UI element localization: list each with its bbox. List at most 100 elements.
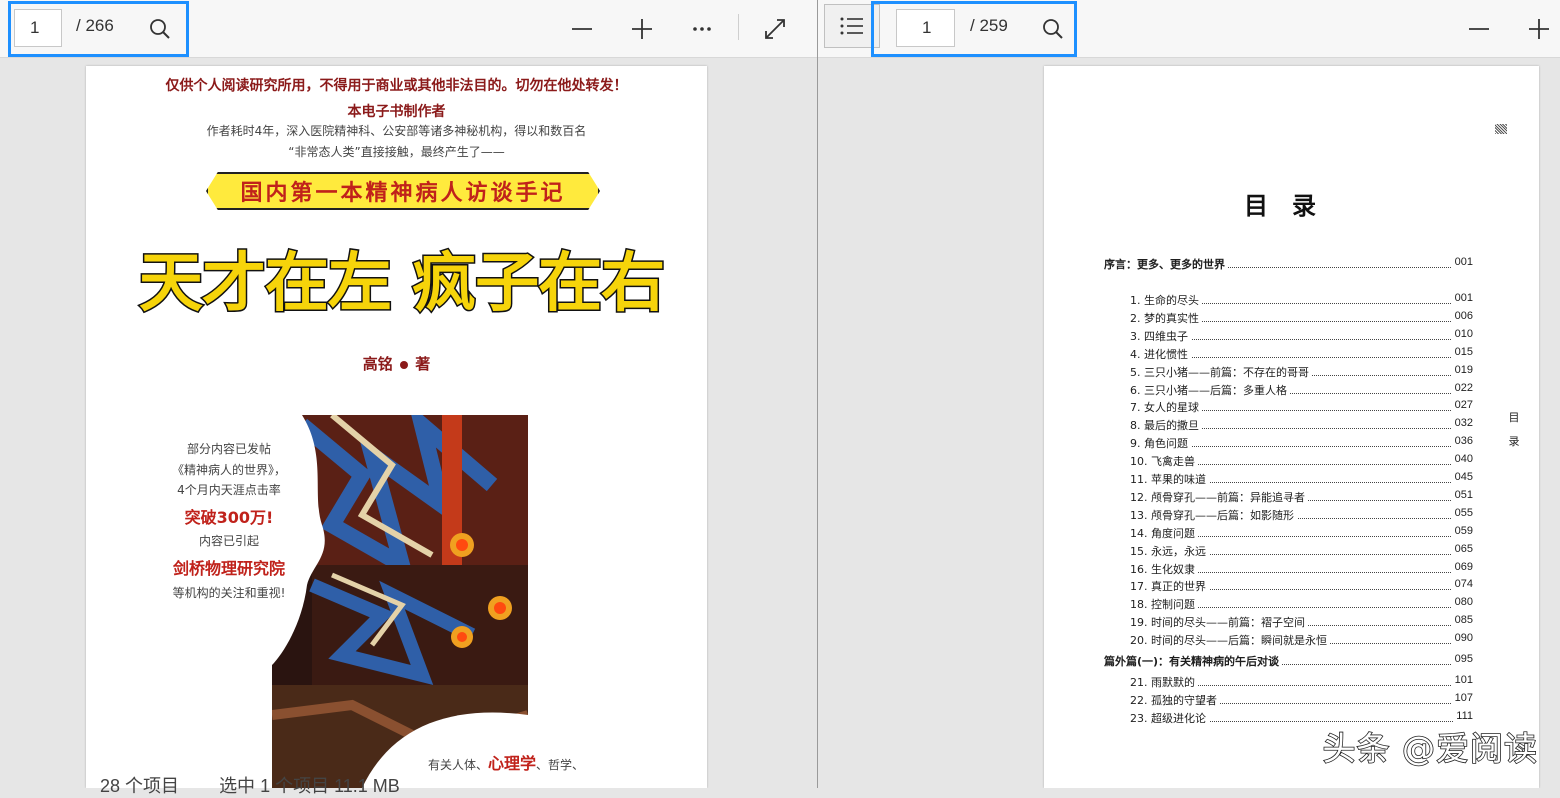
zoom-out-icon[interactable] (567, 14, 597, 44)
toc-entry-title: 1. 生命的尽头 (1130, 292, 1202, 308)
toc-entry[interactable]: 2. 梦的真实性 006 (1044, 310, 1539, 326)
toc-entry-page: 015 (1451, 346, 1473, 358)
toc-entry[interactable]: 6. 三只小猪——后篇：多重人格 022 (1044, 382, 1539, 398)
toc-entry-page: 006 (1451, 310, 1473, 322)
toc-entry[interactable]: 16. 生化奴隶 069 (1044, 561, 1539, 577)
cover-banner: 国内第一本精神病人访谈手记 (206, 172, 600, 210)
toc-entry-page: 085 (1451, 614, 1473, 626)
cover-artwork (272, 415, 528, 788)
toc-entry[interactable]: 18. 控制问题 080 (1044, 596, 1539, 612)
blurb-line1: 部分内容已发帖 (186, 442, 271, 456)
toc-entry[interactable]: 8. 最后的撒旦 032 (1044, 417, 1539, 433)
status-items: 28 个项目 (100, 776, 180, 796)
toc-entry[interactable]: 10. 飞禽走兽 040 (1044, 453, 1539, 469)
toc-entry[interactable]: 12. 颅骨穿孔——前篇：异能追寻者 051 (1044, 489, 1539, 505)
toc-entry-title: 20. 时间的尽头——后篇：瞬间就是永恒 (1130, 632, 1330, 648)
toc-entry-page: 019 (1451, 364, 1473, 376)
toc-entry[interactable]: 17. 真正的世界 074 (1044, 578, 1539, 594)
toc-entry[interactable]: 14. 角度问题 059 (1044, 525, 1539, 541)
toc-entry[interactable]: 1. 生命的尽头 001 (1044, 292, 1539, 308)
toc-entry-page: 055 (1451, 507, 1473, 519)
status-selected: 选中 1 个项目 11.1 MB (219, 776, 400, 796)
right-pdf-viewer: 1 / 259 目 录 目 录 序言：更多、更多的世界 001 1. 生命的尽头 00… (818, 0, 1560, 788)
toc-entry[interactable]: 22. 孤独的守望者 107 (1044, 692, 1539, 708)
toc-entry-title: 6. 三只小猪——后篇：多重人格 (1130, 382, 1290, 398)
toc-entry-title: 9. 角色问题 (1130, 435, 1191, 451)
toc-entry[interactable]: 4. 进化惯性 015 (1044, 346, 1539, 362)
book-title: 天才在左 疯子在右 (137, 246, 666, 323)
toc-entry-title: 15. 永远，永远 (1130, 543, 1209, 559)
toc-entry-page: 051 (1451, 489, 1473, 501)
toc-entry[interactable]: 13. 颅骨穿孔——后篇：如影随形 055 (1044, 507, 1539, 523)
toc-entry-page: 090 (1451, 632, 1473, 644)
blurb-line4: 内容已引起 (198, 534, 259, 548)
page-corner-mark (1495, 124, 1507, 134)
toc-entry[interactable]: 15. 永远，永远 065 (1044, 543, 1539, 559)
author-line: 高铭 著 (86, 353, 707, 374)
cover-warning: 仅供个人阅读研究所用，不得用于商业或其他非法目的。切勿在他处转发！ (165, 78, 628, 94)
author-name: 高铭 (362, 355, 393, 373)
zoom-in-icon[interactable] (627, 14, 657, 44)
bottom-suffix: 、哲学、 (536, 758, 585, 772)
toc-entry-title: 篇外篇(一)：有关精神病的午后对谈 (1104, 653, 1283, 669)
toc-entry[interactable]: 11. 苹果的味道 045 (1044, 471, 1539, 487)
bottom-prefix: 有关人体、 (428, 758, 489, 772)
toc-entry-title: 18. 控制问题 (1130, 596, 1198, 612)
toc-entry-page: 010 (1451, 328, 1473, 340)
toc-entry-title: 序言：更多、更多的世界 (1104, 256, 1228, 272)
list-icon (840, 17, 863, 35)
toc-entry-page: 080 (1451, 596, 1473, 608)
toc-entry-page: 074 (1451, 578, 1473, 590)
cover-banner-text: 国内第一本精神病人访谈手记 (240, 180, 566, 206)
page-nav-highlight (871, 1, 1077, 57)
author-suffix: 著 (415, 355, 431, 373)
cover-intro-line1: 作者耗时4年，深入医院精神科、公安部等诸多神秘机构，得以和数百名 (206, 124, 587, 138)
toc-entry-page: 032 (1451, 417, 1473, 429)
blurb-highlight2: 剑桥物理研究院 (172, 559, 285, 578)
blurb-line2: 《精神病人的世界》， (171, 463, 286, 477)
toc-entry-title: 21. 雨默默的 (1130, 674, 1198, 690)
more-options-icon[interactable] (687, 14, 717, 44)
toc-entry-title: 19. 时间的尽头——前篇：褶子空间 (1130, 614, 1308, 630)
toc-entry-title: 23. 超级进化论 (1130, 710, 1209, 726)
toc-entry[interactable]: 序言：更多、更多的世界 001 (1044, 256, 1539, 272)
toolbar-separator (738, 14, 739, 40)
toc-entry-page: 036 (1451, 435, 1473, 447)
toc-entry-title: 4. 进化惯性 (1130, 346, 1191, 362)
toc-entry-title: 14. 角度问题 (1130, 525, 1198, 541)
toc-heading: 目 录 (1244, 191, 1316, 220)
zoom-out-icon[interactable] (1464, 14, 1494, 44)
toc-entry-title: 2. 梦的真实性 (1130, 310, 1202, 326)
toc-entry-page: 040 (1451, 453, 1473, 465)
toc-entry-page: 001 (1451, 256, 1473, 268)
right-toolbar: 1 / 259 (818, 0, 1560, 58)
fullscreen-icon[interactable] (760, 14, 790, 44)
zoom-in-icon[interactable] (1524, 14, 1554, 44)
cover-maker: 本电子书制作者 (347, 104, 446, 120)
toc-entry[interactable]: 9. 角色问题 036 (1044, 435, 1539, 451)
toc-entry-title: 17. 真正的世界 (1130, 578, 1209, 594)
toc-page: 目 录 目 录 序言：更多、更多的世界 001 1. 生命的尽头 001 2. 梦的真实… (1044, 66, 1539, 788)
page-nav-highlight (8, 1, 189, 57)
toc-entry[interactable]: 5. 三只小猪——前篇：不存在的哥哥 019 (1044, 364, 1539, 380)
toc-entry[interactable]: 21. 雨默默的 101 (1044, 674, 1539, 690)
blurb-highlight1: 突破300万! (184, 508, 274, 527)
toc-entry-page: 065 (1451, 543, 1473, 555)
left-pdf-viewer: 1 / 266 仅供个人阅读研究所用，不得用于商业或其他非法目的。切勿在他处转发… (0, 0, 817, 788)
toc-entry[interactable]: 7. 女人的星球 027 (1044, 399, 1539, 415)
toc-entry-title: 3. 四维虫子 (1130, 328, 1191, 344)
blurb-line5: 等机构的关注和重视! (172, 586, 286, 600)
toc-entry-title: 7. 女人的星球 (1130, 399, 1202, 415)
toc-entry-title: 16. 生化奴隶 (1130, 561, 1198, 577)
toc-entry[interactable]: 20. 时间的尽头——后篇：瞬间就是永恒 090 (1044, 632, 1539, 648)
toc-entry[interactable]: 19. 时间的尽头——前篇：褶子空间 085 (1044, 614, 1539, 630)
blurb-line3: 4个月内天涯点击率 (177, 483, 281, 497)
left-toolbar: 1 / 266 (0, 0, 817, 58)
toc-entry[interactable]: 篇外篇(一)：有关精神病的午后对谈 095 (1044, 653, 1539, 669)
status-bar: 28 个项目 选中 1 个项目 11.1 MB (100, 772, 400, 798)
toc-entry-page: 001 (1451, 292, 1473, 304)
author-dot (400, 361, 408, 369)
toc-entry-title: 10. 飞禽走兽 (1130, 453, 1198, 469)
toc-entry-title: 22. 孤独的守望者 (1130, 692, 1220, 708)
toc-entry[interactable]: 3. 四维虫子 010 (1044, 328, 1539, 344)
